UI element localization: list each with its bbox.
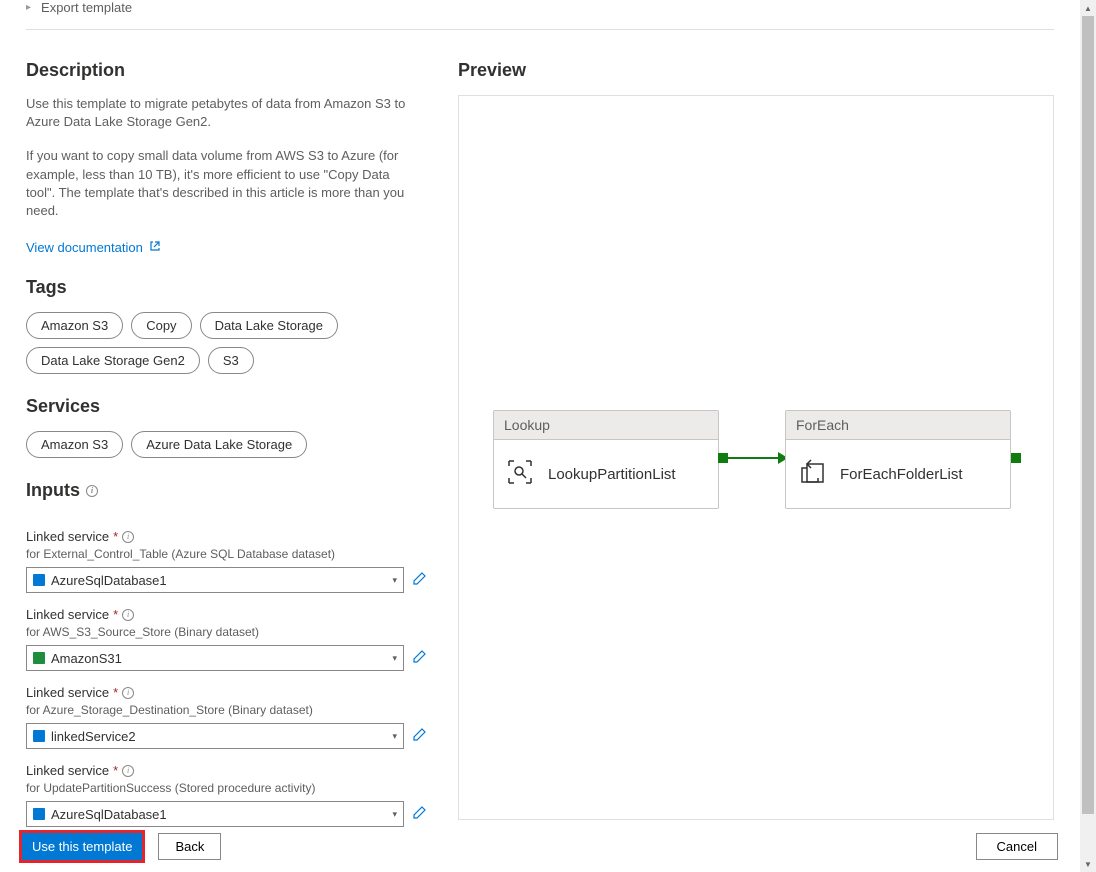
linked-service-dropdown-1[interactable]: AmazonS31 ▾: [26, 645, 404, 671]
tag-s3[interactable]: S3: [208, 347, 254, 374]
tags-row: Amazon S3 Copy Data Lake Storage Data La…: [26, 312, 426, 374]
preview-heading: Preview: [458, 60, 1054, 81]
connector-endpoint: [1011, 453, 1021, 463]
node-lookup-type: Lookup: [494, 411, 718, 440]
export-template-label: Export template: [41, 0, 132, 15]
field-label-3: Linked service: [26, 763, 109, 778]
sql-database-icon: [33, 808, 45, 820]
doc-link-label: View documentation: [26, 240, 143, 255]
field-label-2: Linked service: [26, 685, 109, 700]
dd-value-1: AmazonS31: [51, 651, 386, 666]
dd-value-0: AzureSqlDatabase1: [51, 573, 386, 588]
node-lookup-title: LookupPartitionList: [548, 466, 676, 483]
inputs-heading-row: Inputs i: [26, 480, 98, 501]
required-asterisk: *: [113, 529, 118, 544]
edit-icon[interactable]: [412, 572, 426, 589]
service-amazon-s3[interactable]: Amazon S3: [26, 431, 123, 458]
scrollbar[interactable]: ▲ ▼: [1080, 0, 1096, 872]
required-asterisk: *: [113, 607, 118, 622]
field-sub-2: for Azure_Storage_Destination_Store (Bin…: [26, 703, 426, 717]
edit-icon[interactable]: [412, 650, 426, 667]
node-foreach[interactable]: ForEach ForEachFolderList: [785, 410, 1011, 509]
info-icon[interactable]: i: [122, 687, 134, 699]
divider: [26, 29, 1054, 30]
info-icon[interactable]: i: [122, 609, 134, 621]
cancel-button[interactable]: Cancel: [976, 833, 1058, 860]
lookup-icon: [506, 458, 534, 490]
foreach-icon: [798, 458, 826, 490]
field-sub-3: for UpdatePartitionSuccess (Stored proce…: [26, 781, 426, 795]
tag-amazon-s3[interactable]: Amazon S3: [26, 312, 123, 339]
scroll-thumb[interactable]: [1082, 16, 1094, 814]
field-linked-service-0: Linked service * i for External_Control_…: [26, 529, 426, 593]
view-documentation-link[interactable]: View documentation: [26, 240, 161, 255]
chevron-down-icon: ▾: [392, 731, 397, 742]
scroll-up-arrow-icon[interactable]: ▲: [1080, 0, 1096, 16]
external-link-icon: [149, 240, 161, 255]
field-linked-service-1: Linked service * i for AWS_S3_Source_Sto…: [26, 607, 426, 671]
required-asterisk: *: [113, 763, 118, 778]
field-linked-service-2: Linked service * i for Azure_Storage_Des…: [26, 685, 426, 749]
field-label-0: Linked service: [26, 529, 109, 544]
tag-data-lake-storage-gen2[interactable]: Data Lake Storage Gen2: [26, 347, 200, 374]
description-text-1: Use this template to migrate petabytes o…: [26, 95, 416, 131]
edit-icon[interactable]: [412, 728, 426, 745]
sql-database-icon: [33, 574, 45, 586]
field-label-1: Linked service: [26, 607, 109, 622]
tag-data-lake-storage[interactable]: Data Lake Storage: [200, 312, 338, 339]
back-button[interactable]: Back: [158, 833, 221, 860]
field-sub-1: for AWS_S3_Source_Store (Binary dataset): [26, 625, 426, 639]
info-icon[interactable]: i: [86, 485, 98, 497]
node-foreach-title: ForEachFolderList: [840, 466, 963, 483]
info-icon[interactable]: i: [122, 765, 134, 777]
connector: [718, 456, 788, 460]
field-linked-service-3: Linked service * i for UpdatePartitionSu…: [26, 763, 426, 827]
dd-value-2: linkedService2: [51, 729, 386, 744]
preview-canvas[interactable]: Lookup LookupPartitionList: [458, 95, 1054, 820]
chevron-down-icon: ▾: [392, 575, 397, 586]
chevron-right-icon: ▸: [26, 2, 31, 13]
required-asterisk: *: [113, 685, 118, 700]
use-this-template-button[interactable]: Use this template: [22, 833, 142, 860]
tags-heading: Tags: [26, 277, 426, 298]
tag-copy[interactable]: Copy: [131, 312, 191, 339]
chevron-down-icon: ▾: [392, 809, 397, 820]
scroll-down-arrow-icon[interactable]: ▼: [1080, 856, 1096, 872]
field-sub-0: for External_Control_Table (Azure SQL Da…: [26, 547, 426, 561]
node-lookup[interactable]: Lookup LookupPartitionList: [493, 410, 719, 509]
services-row: Amazon S3 Azure Data Lake Storage: [26, 431, 426, 458]
chevron-down-icon: ▾: [392, 653, 397, 664]
breadcrumb[interactable]: ▸ Export template: [26, 0, 1054, 15]
info-icon[interactable]: i: [122, 531, 134, 543]
service-adls[interactable]: Azure Data Lake Storage: [131, 431, 307, 458]
footer: Use this template Back Cancel: [0, 820, 1080, 872]
linked-service-dropdown-0[interactable]: AzureSqlDatabase1 ▾: [26, 567, 404, 593]
node-foreach-type: ForEach: [786, 411, 1010, 440]
linked-service-dropdown-2[interactable]: linkedService2 ▾: [26, 723, 404, 749]
description-text-2: If you want to copy small data volume fr…: [26, 147, 416, 220]
storage-icon: [33, 730, 45, 742]
inputs-heading: Inputs: [26, 480, 80, 501]
amazon-s3-icon: [33, 652, 45, 664]
services-heading: Services: [26, 396, 426, 417]
description-heading: Description: [26, 60, 426, 81]
